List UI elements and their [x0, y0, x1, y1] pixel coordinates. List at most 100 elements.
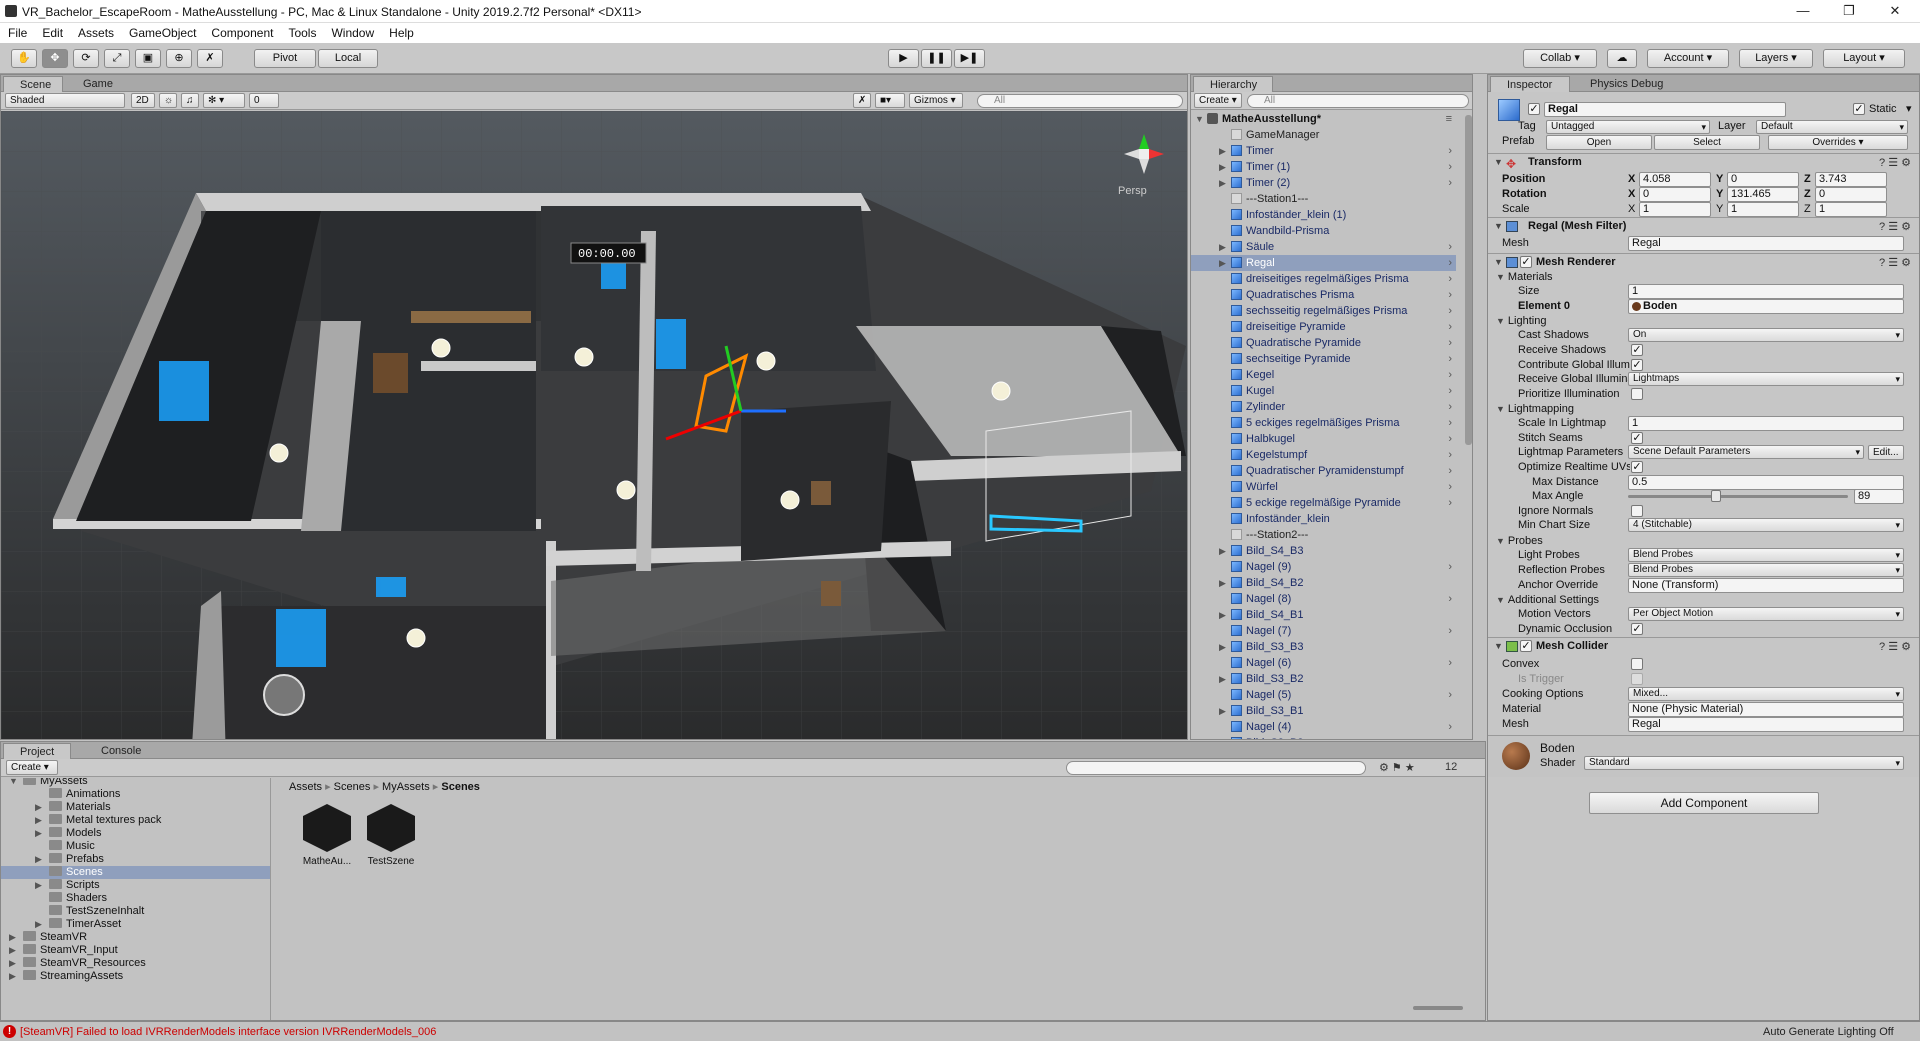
lighting-status[interactable]: Auto Generate Lighting Off: [1763, 1026, 1894, 1038]
timer-gizmo-icon[interactable]: [159, 361, 209, 421]
hidden-objects-counter[interactable]: 0: [249, 93, 279, 108]
hierarchy-item[interactable]: Quadratische Pyramide ›: [1191, 335, 1456, 351]
chevron-right-icon[interactable]: ›: [1448, 175, 1452, 191]
transform-tool-button[interactable]: ⊕: [166, 49, 192, 68]
static-checkbox[interactable]: ✓: [1853, 103, 1865, 115]
mesh-field[interactable]: Regal: [1628, 236, 1904, 251]
expand-arrow-icon[interactable]: ▼: [1195, 111, 1204, 127]
expand-arrow-icon[interactable]: ▶: [1219, 159, 1226, 175]
expand-arrow-icon[interactable]: ▶: [1219, 255, 1226, 271]
chevron-right-icon[interactable]: ›: [1448, 655, 1452, 671]
hierarchy-item[interactable]: ---Station2---: [1191, 527, 1456, 543]
mesh-renderer-enabled-checkbox[interactable]: ✓: [1520, 256, 1532, 268]
prefab-open-button[interactable]: Open: [1546, 135, 1652, 150]
chevron-right-icon[interactable]: ›: [1448, 159, 1452, 175]
chevron-right-icon[interactable]: ›: [1448, 335, 1452, 351]
console-error-message[interactable]: [SteamVR] Failed to load IVRRenderModels…: [20, 1026, 436, 1038]
folder-tree-item[interactable]: ▶ Metal textures pack: [1, 814, 270, 827]
light-gizmo-1[interactable]: [431, 338, 451, 358]
mesh-renderer-component[interactable]: ▼ ✓ Mesh Renderer ? ☰ ⚙: [1488, 253, 1919, 271]
prefab-select-button[interactable]: Select: [1654, 135, 1760, 150]
stitch-seams-checkbox[interactable]: ✓: [1631, 432, 1643, 444]
hierarchy-item[interactable]: 5 eckiges regelmäßiges Prisma ›: [1191, 415, 1456, 431]
rotate-tool-button[interactable]: ⟳: [73, 49, 99, 68]
folder-tree-item[interactable]: ▶ SteamVR_Resources: [1, 957, 270, 970]
hierarchy-item[interactable]: Kegelstumpf ›: [1191, 447, 1456, 463]
additional-settings-foldout[interactable]: ▼ Additional Settings: [1496, 594, 1599, 606]
max-distance-field[interactable]: 0.5: [1628, 475, 1904, 490]
expand-arrow-icon[interactable]: ▶: [1219, 239, 1226, 255]
hierarchy-item[interactable]: Nagel (9) ›: [1191, 559, 1456, 575]
local-button[interactable]: Local: [318, 49, 378, 68]
hierarchy-item[interactable]: sechsseitig regelmäßiges Prisma ›: [1191, 303, 1456, 319]
menu-tools[interactable]: Tools: [280, 23, 323, 40]
expand-arrow-icon[interactable]: ▶: [35, 918, 42, 931]
hierarchy-item[interactable]: ▶ Säule ›: [1191, 239, 1456, 255]
hierarchy-item[interactable]: ▶ Regal ›: [1191, 255, 1456, 271]
expand-arrow-icon[interactable]: ▶: [1219, 607, 1226, 623]
transform-component[interactable]: ▼ ✥ Transform ? ☰ ⚙: [1488, 153, 1919, 171]
folder-tree-item[interactable]: ▶ TimerAsset: [1, 918, 270, 931]
account-dropdown[interactable]: Account ▾: [1647, 49, 1729, 68]
foldout-arrow-icon[interactable]: ▼: [1494, 221, 1503, 231]
hierarchy-item[interactable]: Nagel (7) ›: [1191, 623, 1456, 639]
hierarchy-item[interactable]: Halbkugel ›: [1191, 431, 1456, 447]
add-component-button[interactable]: Add Component: [1589, 792, 1819, 814]
hierarchy-item[interactable]: dreiseitiges regelmäßiges Prisma ›: [1191, 271, 1456, 287]
receive-gi-dropdown[interactable]: Lightmaps: [1628, 372, 1904, 386]
chevron-right-icon[interactable]: ›: [1448, 255, 1452, 271]
close-icon[interactable]: ✕: [1872, 0, 1918, 23]
hierarchy-create-dropdown[interactable]: Create ▾: [1194, 93, 1242, 108]
mesh-filter-component[interactable]: ▼ Regal (Mesh Filter) ? ☰ ⚙: [1488, 217, 1919, 235]
scl-z-field[interactable]: 1: [1815, 202, 1887, 217]
2d-toggle[interactable]: 2D: [131, 93, 155, 108]
light-gizmo-7[interactable]: [991, 381, 1011, 401]
probes-foldout[interactable]: ▼ Probes: [1496, 535, 1543, 547]
convex-checkbox[interactable]: [1631, 658, 1643, 670]
hierarchy-item[interactable]: Kugel ›: [1191, 383, 1456, 399]
component-menu-icon[interactable]: ? ☰ ⚙: [1879, 156, 1911, 169]
collider-mesh-field[interactable]: Regal: [1628, 717, 1904, 732]
hierarchy-scroll-thumb[interactable]: [1465, 115, 1472, 445]
expand-arrow-icon[interactable]: ▶: [1219, 575, 1226, 591]
project-search-input[interactable]: [1066, 761, 1366, 775]
hierarchy-item[interactable]: ▶ Timer (1) ›: [1191, 159, 1456, 175]
expand-arrow-icon[interactable]: ▶: [35, 827, 42, 840]
material-element-0-field[interactable]: Boden: [1628, 299, 1904, 314]
breadcrumb-scenes[interactable]: Scenes: [334, 781, 371, 793]
folder-tree-item[interactable]: Music: [1, 840, 270, 853]
optimize-realtime-uvs-checkbox[interactable]: ✓: [1631, 461, 1643, 473]
foldout-arrow-icon[interactable]: ▼: [1496, 595, 1505, 605]
layers-dropdown[interactable]: Layers ▾: [1739, 49, 1813, 68]
folder-tree-item[interactable]: ▶ Materials: [1, 801, 270, 814]
reflection-probes-dropdown[interactable]: Blend Probes: [1628, 563, 1904, 577]
hierarchy-item[interactable]: ▶ Bild_S4_B1: [1191, 607, 1456, 623]
max-angle-slider-thumb[interactable]: [1711, 490, 1721, 502]
cloud-button[interactable]: ☁: [1607, 49, 1637, 68]
breadcrumb-current[interactable]: Scenes: [441, 781, 480, 793]
folder-tree-item[interactable]: ▼ MyAssets: [1, 778, 270, 788]
hierarchy-item[interactable]: Infoständer_klein (1): [1191, 207, 1456, 223]
active-checkbox[interactable]: ✓: [1528, 103, 1540, 115]
expand-arrow-icon[interactable]: ▶: [35, 879, 42, 892]
prioritize-illumination-checkbox[interactable]: [1631, 388, 1643, 400]
folder-tree-item[interactable]: ▶ SteamVR: [1, 931, 270, 944]
gameobject-name-field[interactable]: Regal: [1544, 102, 1786, 117]
chevron-right-icon[interactable]: ›: [1448, 719, 1452, 735]
chevron-right-icon[interactable]: ›: [1448, 479, 1452, 495]
breadcrumb-assets[interactable]: Assets: [289, 781, 322, 793]
component-menu-icon[interactable]: ? ☰ ⚙: [1879, 220, 1911, 233]
custom-tool-button[interactable]: ✗: [197, 49, 223, 68]
hierarchy-item[interactable]: Würfel ›: [1191, 479, 1456, 495]
persp-label[interactable]: Persp: [1118, 185, 1147, 197]
play-button[interactable]: ▶: [888, 49, 919, 68]
light-probes-dropdown[interactable]: Blend Probes: [1628, 548, 1904, 562]
folder-tree-item[interactable]: ▶ SteamVR_Input: [1, 944, 270, 957]
expand-arrow-icon[interactable]: ▶: [35, 814, 42, 827]
expand-arrow-icon[interactable]: ▶: [9, 931, 16, 944]
anchor-override-field[interactable]: None (Transform): [1628, 578, 1904, 593]
folder-tree-item[interactable]: Shaders: [1, 892, 270, 905]
scene-search-input[interactable]: All: [977, 94, 1183, 108]
chevron-right-icon[interactable]: ›: [1448, 623, 1452, 639]
lighting-toggle-icon[interactable]: ☼: [159, 93, 177, 108]
